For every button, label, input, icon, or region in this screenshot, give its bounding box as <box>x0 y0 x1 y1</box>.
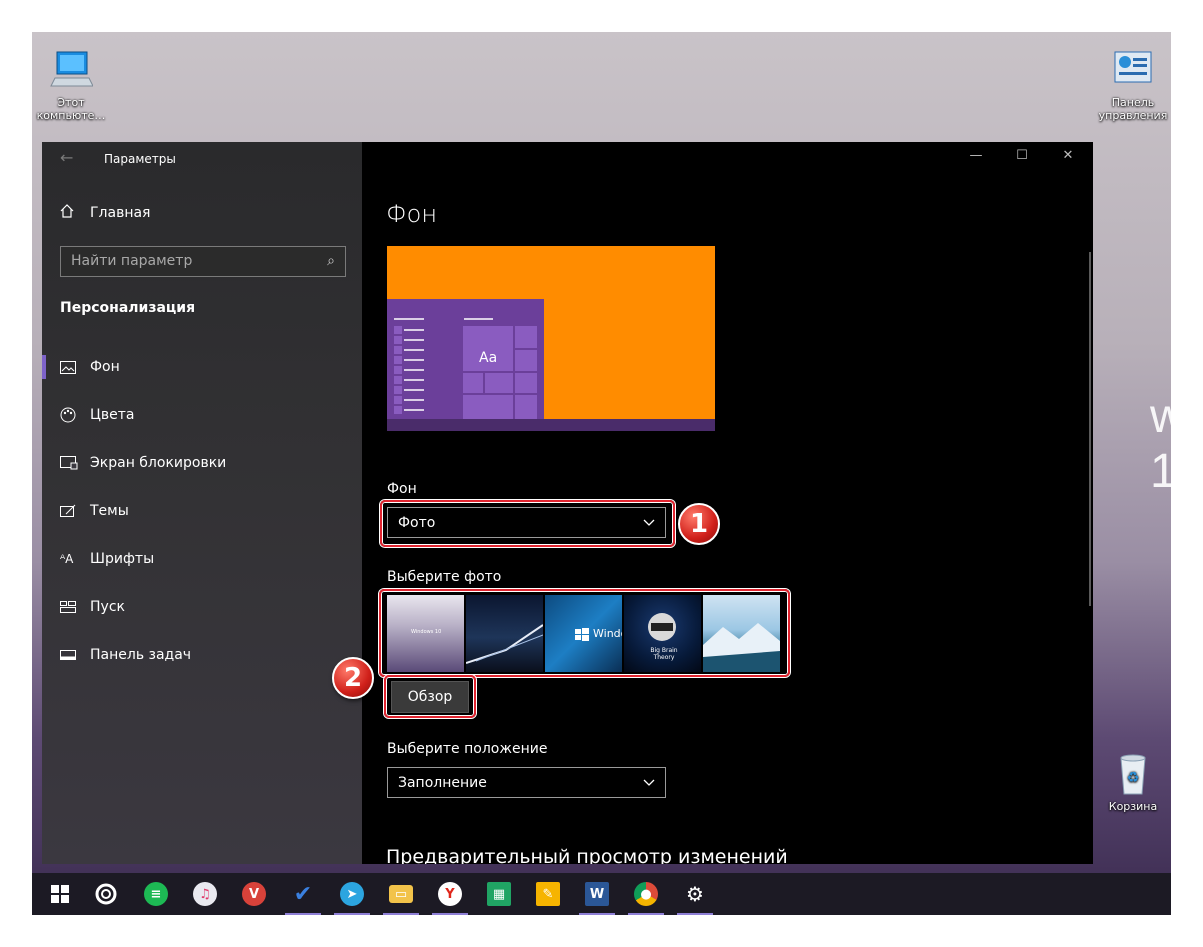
preview-taskbar <box>387 419 715 431</box>
itunes-icon[interactable]: ♫ <box>181 873 229 915</box>
picture-icon <box>60 360 90 374</box>
sidebar: ← Параметры Главная Найти параметр ⌕ Пер… <box>42 142 362 864</box>
back-arrow-icon[interactable]: ← <box>60 148 73 167</box>
sidebar-item-colors[interactable]: Цвета <box>42 395 362 435</box>
windows-start-icon[interactable] <box>36 873 84 915</box>
desktop-icon-label: Корзина <box>1108 800 1158 813</box>
sidebar-item-label: Шрифты <box>90 551 155 567</box>
keep-icon[interactable]: ✎ <box>524 873 572 915</box>
chevron-down-icon <box>643 775 655 791</box>
control-panel-icon <box>1114 51 1152 83</box>
todo-icon[interactable]: ✔ <box>279 873 327 915</box>
sidebar-item-taskbar[interactable]: Панель задач <box>42 635 362 675</box>
settings-window: ← Параметры Главная Найти параметр ⌕ Пер… <box>42 142 1093 864</box>
search-input[interactable]: Найти параметр ⌕ <box>60 246 346 277</box>
section-title: Персонализация <box>60 300 196 316</box>
sidebar-item-lock-screen[interactable]: Экран блокировки <box>42 443 362 483</box>
chrome-icon[interactable]: ● <box>622 873 670 915</box>
vivaldi-icon[interactable]: V <box>230 873 278 915</box>
highlight-frame-2 <box>384 675 476 718</box>
sidebar-item-label: Фон <box>90 359 120 375</box>
window-title: Параметры <box>104 152 176 166</box>
sidebar-item-label: Экран блокировки <box>90 455 227 471</box>
sidebar-item-label: Темы <box>90 503 129 519</box>
step-badge-1: 1 <box>678 503 720 545</box>
sidebar-item-label: Цвета <box>90 407 135 423</box>
wallpaper-text: ws 1 <box>1150 390 1171 498</box>
cortana-icon[interactable] <box>82 873 130 915</box>
scrollbar[interactable] <box>1089 252 1091 606</box>
main-content: — ☐ ✕ Фон Aa Фон Фото 1 Выберите фото Wi… <box>332 142 1093 864</box>
recycle-bin-icon: ♻ <box>1120 754 1146 795</box>
preview-tile-text: Aa <box>479 350 498 366</box>
close-button[interactable]: ✕ <box>1048 148 1088 163</box>
yandex-browser-icon[interactable]: Y <box>426 873 474 915</box>
desktop-icon-recycle-bin[interactable]: ♻ Корзина <box>1097 752 1169 813</box>
taskbar: ≡ ♫ V ✔ ➤ ▭ Y ▦ ✎ W ● ⚙ <box>32 873 1171 915</box>
sidebar-item-themes[interactable]: Темы <box>42 491 362 531</box>
fit-dropdown-value: Заполнение <box>398 774 487 791</box>
sidebar-item-background[interactable]: Фон <box>42 347 362 387</box>
nav-home-label: Главная <box>90 205 151 221</box>
search-icon[interactable]: ⌕ <box>327 253 335 270</box>
nav-home[interactable]: Главная <box>60 204 150 222</box>
home-icon <box>60 204 90 222</box>
minimize-button[interactable]: — <box>956 148 996 163</box>
desktop-icon-control-panel[interactable]: Панель управления <box>1097 48 1169 122</box>
themes-icon <box>60 504 90 518</box>
fonts-icon: ᴬA <box>60 552 74 566</box>
preview-start-menu <box>387 299 544 431</box>
explorer-icon[interactable]: ▭ <box>377 873 425 915</box>
sidebar-item-label: Панель задач <box>90 647 192 663</box>
lock-screen-icon <box>60 456 90 470</box>
desktop-icon-this-pc[interactable]: Этот компьюте… <box>35 48 107 122</box>
fit-dropdown[interactable]: Заполнение <box>387 767 666 798</box>
choose-photo-label: Выберите фото <box>387 569 502 585</box>
palette-icon <box>60 407 90 423</box>
step-badge-2: 2 <box>332 657 374 699</box>
start-icon <box>60 601 90 613</box>
background-label: Фон <box>387 481 417 497</box>
maximize-button[interactable]: ☐ <box>1002 148 1042 163</box>
word-icon[interactable]: W <box>573 873 621 915</box>
page-title: Фон <box>386 200 438 228</box>
fit-label: Выберите положение <box>387 741 548 757</box>
preview-changes-heading: Предварительный просмотр изменений <box>386 846 788 864</box>
desktop-preview: Aa <box>387 246 715 431</box>
taskbar-icon <box>60 650 90 660</box>
search-placeholder: Найти параметр <box>71 253 193 269</box>
sheets-icon[interactable]: ▦ <box>475 873 523 915</box>
highlight-frame-photos <box>379 589 790 677</box>
sidebar-item-fonts[interactable]: ᴬA Шрифты <box>42 539 362 579</box>
sidebar-item-label: Пуск <box>90 599 125 615</box>
settings-icon[interactable]: ⚙ <box>671 873 719 915</box>
highlight-frame-1 <box>380 500 675 547</box>
spotify-icon[interactable]: ≡ <box>132 873 180 915</box>
svg-text:♻: ♻ <box>1127 770 1140 786</box>
desktop-icon-label: Панель управления <box>1098 96 1168 122</box>
telegram-icon[interactable]: ➤ <box>328 873 376 915</box>
sidebar-item-start[interactable]: Пуск <box>42 587 362 627</box>
desktop-icon-label: Этот компьюте… <box>36 96 106 122</box>
computer-icon <box>50 51 93 87</box>
